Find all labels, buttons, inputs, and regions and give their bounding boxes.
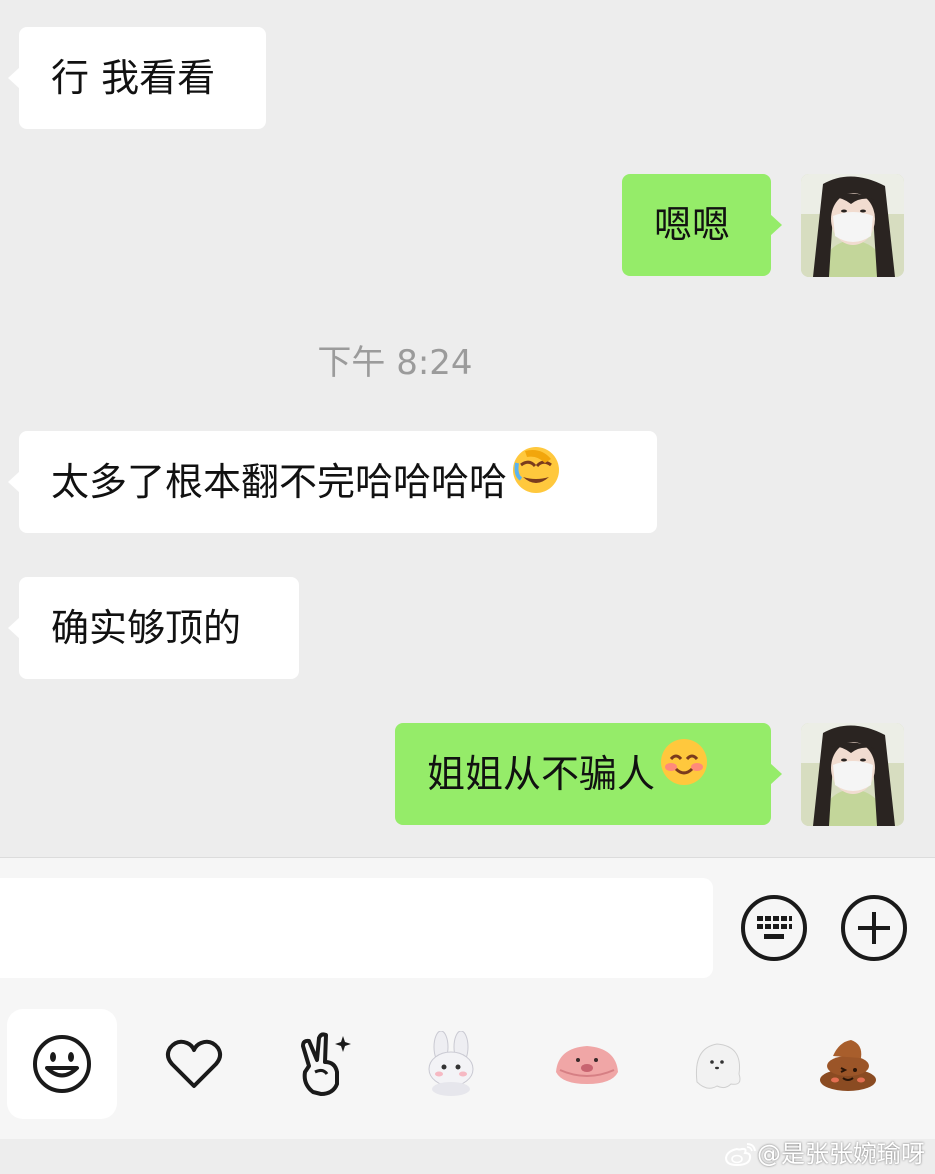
chat-area: 行 我看看 嗯嗯 下午 8:24 太多了根本翻不完哈哈哈哈 确实够顶的 姐姐从不… xyxy=(0,0,935,857)
message-input[interactable] xyxy=(0,878,713,978)
avatar-photo xyxy=(801,174,904,277)
plus-button[interactable] xyxy=(840,894,908,962)
plus-icon xyxy=(841,895,907,961)
message-text: 嗯嗯 xyxy=(654,203,731,247)
tray-tab-gestures[interactable] xyxy=(270,1009,380,1119)
emoji-tray xyxy=(0,997,935,1139)
weibo-icon xyxy=(724,1143,756,1167)
avatar[interactable] xyxy=(801,723,904,826)
watermark: @是张张婉瑜呀 xyxy=(723,1136,925,1172)
avatar-photo xyxy=(801,723,904,826)
message-text: 太多了根本翻不完哈哈哈哈 xyxy=(51,460,508,504)
message-bubble-outgoing[interactable]: 嗯嗯 xyxy=(622,174,782,276)
facepalm-laughing-emoji xyxy=(511,431,561,533)
tray-tab-emoji[interactable] xyxy=(7,1009,117,1119)
ghost-sticker[interactable] xyxy=(662,1009,772,1119)
watermark-text: @是张张婉瑜呀 xyxy=(757,1140,925,1168)
smiley-icon xyxy=(33,1035,91,1093)
message-bubble-incoming[interactable]: 行 我看看 xyxy=(8,27,266,129)
message-text: 姐姐从不骗人 xyxy=(427,752,656,796)
smiling-blush-emoji xyxy=(659,723,709,825)
victory-hand-icon xyxy=(301,1032,351,1096)
message-bubble-outgoing[interactable]: 姐姐从不骗人 xyxy=(395,723,782,825)
poop-sticker[interactable] xyxy=(793,1009,903,1119)
message-text: 确实够顶的 xyxy=(51,606,242,650)
message-bubble-incoming[interactable]: 太多了根本翻不完哈哈哈哈 xyxy=(8,431,657,533)
keyboard-button[interactable] xyxy=(740,894,808,962)
input-bar xyxy=(0,857,935,998)
avatar[interactable] xyxy=(801,174,904,277)
message-bubble-incoming[interactable]: 确实够顶的 xyxy=(8,577,299,679)
keyboard-icon xyxy=(741,895,807,961)
heart-icon xyxy=(165,1039,223,1088)
message-text: 行 我看看 xyxy=(51,56,216,100)
bunny-sticker[interactable] xyxy=(397,1009,507,1119)
tray-tab-favorites[interactable] xyxy=(139,1009,249,1119)
timestamp: 下午 8:24 xyxy=(317,343,473,383)
blob-sticker[interactable] xyxy=(532,1009,642,1119)
